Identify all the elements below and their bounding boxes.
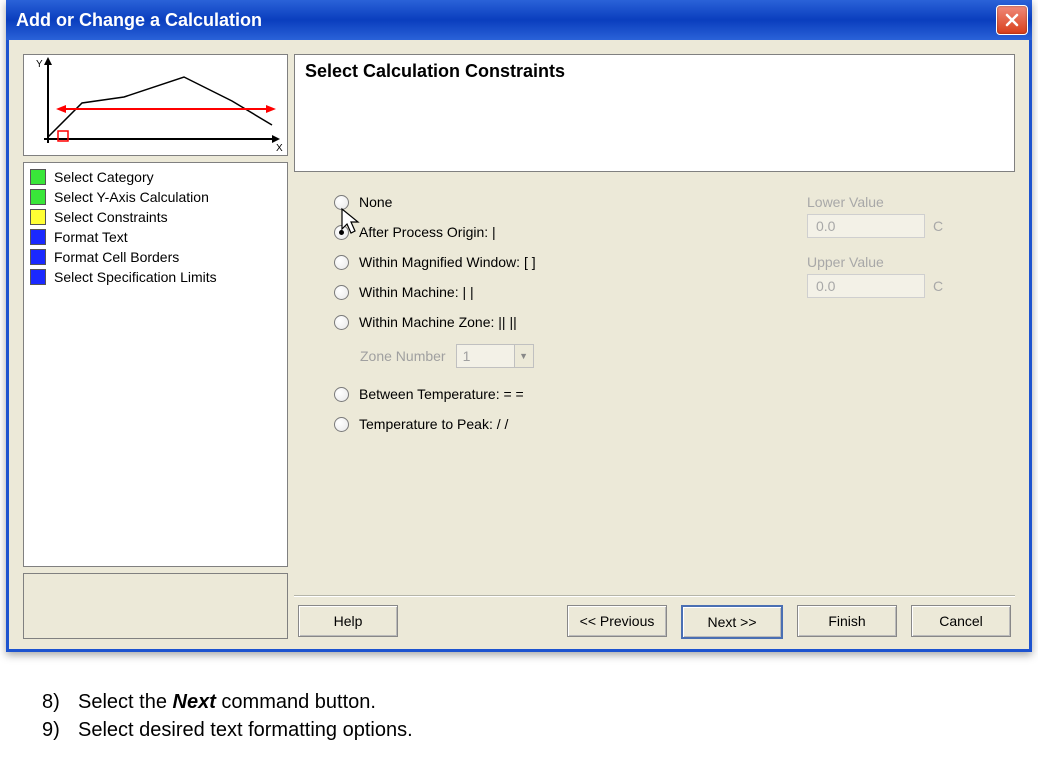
zone-number-value: 1 [463, 348, 471, 364]
radio-temperature-to-peak[interactable]: Temperature to Peak: / / [334, 416, 797, 432]
right-column: Select Calculation Constraints None Afte… [294, 54, 1015, 639]
upper-value-label: Upper Value [807, 254, 997, 270]
zone-number-row: Zone Number 1 ▼ [360, 344, 797, 368]
step-label: Select Category [54, 169, 154, 185]
instruction-8-text: Select the Next command button. [78, 688, 376, 716]
upper-value-input[interactable]: 0.0 [807, 274, 925, 298]
radio-none[interactable]: None [334, 194, 797, 210]
radio-machine-zone[interactable]: Within Machine Zone: || || [334, 314, 797, 330]
next-button[interactable]: Next >> [681, 605, 783, 639]
lower-value-input[interactable]: 0.0 [807, 214, 925, 238]
window-title: Add or Change a Calculation [16, 10, 262, 31]
radio-icon [334, 285, 349, 300]
radio-label: Temperature to Peak: / / [359, 416, 508, 432]
radio-icon [334, 387, 349, 402]
previous-button[interactable]: << Previous [567, 605, 667, 637]
lower-value-label: Lower Value [807, 194, 997, 210]
step-title: Select Calculation Constraints [305, 61, 1004, 82]
step-header: Select Calculation Constraints [294, 54, 1015, 172]
instruction-9-text: Select desired text formatting options. [78, 716, 413, 744]
radio-label: Between Temperature: = = [359, 386, 524, 402]
radio-after-origin[interactable]: After Process Origin: | [334, 224, 797, 240]
zone-number-label: Zone Number [360, 348, 446, 364]
left-column: Y X Select Category [23, 54, 288, 639]
lower-value-unit: C [933, 218, 943, 234]
step-item-format-text[interactable]: Format Text [26, 227, 285, 247]
radio-label: Within Magnified Window: [ ] [359, 254, 536, 270]
step-swatch [30, 269, 46, 285]
step-label: Format Text [54, 229, 128, 245]
graph-x-label: X [276, 143, 283, 153]
radio-between-temperature[interactable]: Between Temperature: = = [334, 386, 797, 402]
window-body: Y X Select Category [6, 40, 1032, 652]
constraint-radio-group: None After Process Origin: | Within Magn… [334, 194, 797, 586]
radio-icon [334, 255, 349, 270]
instruction-9-number: 9) [42, 716, 70, 744]
value-panel: Lower Value 0.0 C Upper Value 0.0 [797, 194, 997, 586]
step-swatch [30, 189, 46, 205]
radio-label: Within Machine Zone: || || [359, 314, 517, 330]
upper-value-unit: C [933, 278, 943, 294]
radio-icon [334, 225, 349, 240]
step-item-constraints[interactable]: Select Constraints [26, 207, 285, 227]
radio-label: After Process Origin: | [359, 224, 496, 240]
cancel-button[interactable]: Cancel [911, 605, 1011, 637]
step-item-spec-limits[interactable]: Select Specification Limits [26, 267, 285, 287]
radio-label: None [359, 194, 392, 210]
radio-icon [334, 315, 349, 330]
step-swatch [30, 209, 46, 225]
wizard-step-list: Select Category Select Y-Axis Calculatio… [23, 162, 288, 567]
step-label: Format Cell Borders [54, 249, 179, 265]
step-item-yaxis[interactable]: Select Y-Axis Calculation [26, 187, 285, 207]
options-area: None After Process Origin: | Within Magn… [294, 172, 1015, 596]
zone-number-select[interactable]: 1 ▼ [456, 344, 534, 368]
step-swatch [30, 229, 46, 245]
finish-button[interactable]: Finish [797, 605, 897, 637]
dialog-window: Add or Change a Calculation Y X [6, 0, 1032, 652]
step-swatch [30, 249, 46, 265]
close-icon [1005, 13, 1019, 27]
radio-icon [334, 195, 349, 210]
info-box [23, 573, 288, 639]
step-label: Select Specification Limits [54, 269, 217, 285]
graph-y-label: Y [36, 59, 43, 70]
radio-label: Within Machine: | | [359, 284, 474, 300]
preview-graph: Y X [23, 54, 288, 156]
step-label: Select Y-Axis Calculation [54, 189, 209, 205]
chevron-down-icon: ▼ [514, 345, 533, 367]
button-bar: Help << Previous Next >> Finish Cancel [294, 596, 1015, 639]
instruction-8-number: 8) [42, 688, 70, 716]
close-button[interactable] [996, 5, 1028, 35]
titlebar: Add or Change a Calculation [6, 0, 1032, 40]
step-label: Select Constraints [54, 209, 168, 225]
radio-within-machine[interactable]: Within Machine: | | [334, 284, 797, 300]
step-item-format-borders[interactable]: Format Cell Borders [26, 247, 285, 267]
radio-magnified-window[interactable]: Within Magnified Window: [ ] [334, 254, 797, 270]
step-swatch [30, 169, 46, 185]
step-item-category[interactable]: Select Category [26, 167, 285, 187]
instruction-text: 8) Select the Next command button. 9) Se… [0, 662, 1038, 754]
upper-section: Y X Select Category [23, 54, 1015, 639]
radio-icon [334, 417, 349, 432]
help-button[interactable]: Help [298, 605, 398, 637]
